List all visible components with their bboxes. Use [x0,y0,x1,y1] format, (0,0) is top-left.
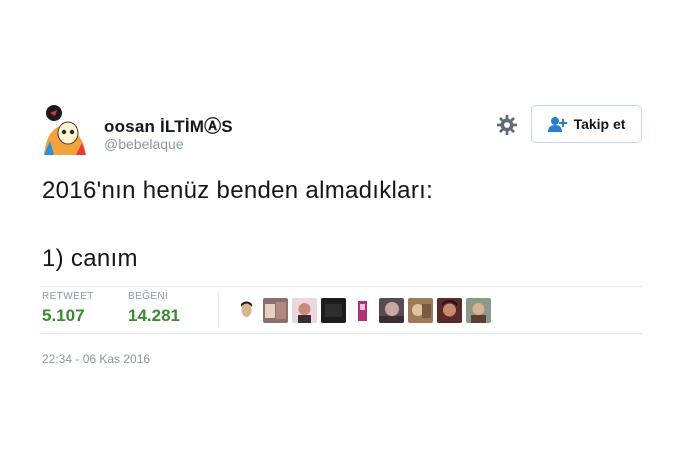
retweet-label: RETWEET [42,291,94,302]
divider-top [40,286,642,287]
like-count: 14.281 [128,306,180,325]
add-user-icon [547,117,567,132]
tweet-timestamp[interactable]: 22:34 - 06 Kas 2016 [42,352,150,366]
divider-bottom [40,333,642,334]
author-handle[interactable]: @bebelaque [104,136,184,152]
tweet-text-line1: 2016'nın henüz benden almadıkları: [42,177,434,204]
gear-icon[interactable] [496,114,518,136]
liker-avatar[interactable] [350,298,375,323]
tweet-card: oosan İLTİMⒶS @bebelaque Takip et 2016'n… [0,0,690,466]
retweet-stat[interactable]: RETWEET 5.107 [42,291,94,326]
retweet-count: 5.107 [42,306,85,325]
follow-button[interactable]: Takip et [531,105,642,143]
liker-avatar[interactable] [321,298,346,323]
author-name[interactable]: oosan İLTİMⒶS [104,112,233,137]
liker-avatar[interactable] [437,298,462,323]
like-label: BEĞENİ [128,291,169,302]
liker-avatar[interactable] [263,298,288,323]
stats-divider [218,292,219,328]
tweet-text-line2: 1) canım [42,245,138,272]
liker-avatar[interactable] [408,298,433,323]
liker-avatar[interactable] [292,298,317,323]
like-stat[interactable]: BEĞENİ 14.281 [128,291,180,326]
liker-avatar[interactable] [379,298,404,323]
liker-avatar[interactable] [234,298,259,323]
avatar[interactable] [40,103,88,157]
liker-avatar[interactable] [466,298,491,323]
liker-avatars [234,298,491,323]
follow-button-label: Takip et [573,116,626,132]
